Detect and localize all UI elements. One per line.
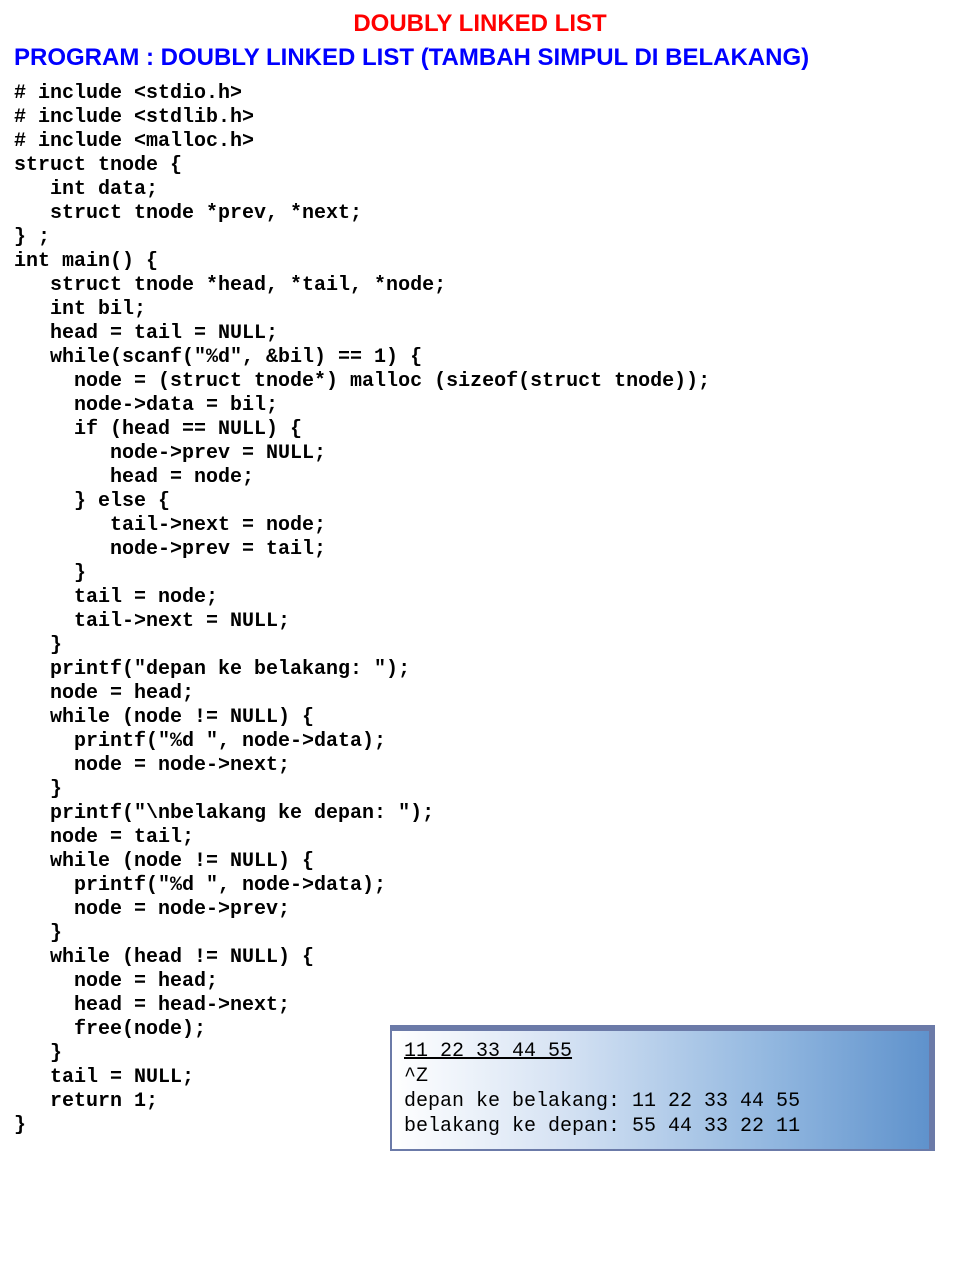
program-subtitle: PROGRAM : DOUBLY LINKED LIST (TAMBAH SIM…	[14, 44, 946, 72]
output-line-2: belakang ke depan: 55 44 33 22 11	[404, 1115, 800, 1138]
page-title: DOUBLY LINKED LIST	[14, 10, 946, 38]
output-input-line: 11 22 33 44 55	[404, 1040, 572, 1063]
code-block: # include <stdio.h> # include <stdlib.h>…	[14, 82, 946, 1138]
output-line-1: depan ke belakang: 11 22 33 44 55	[404, 1090, 800, 1113]
output-eof: ^Z	[404, 1065, 428, 1088]
output-box: 11 22 33 44 55 ^Z depan ke belakang: 11 …	[390, 1025, 935, 1151]
